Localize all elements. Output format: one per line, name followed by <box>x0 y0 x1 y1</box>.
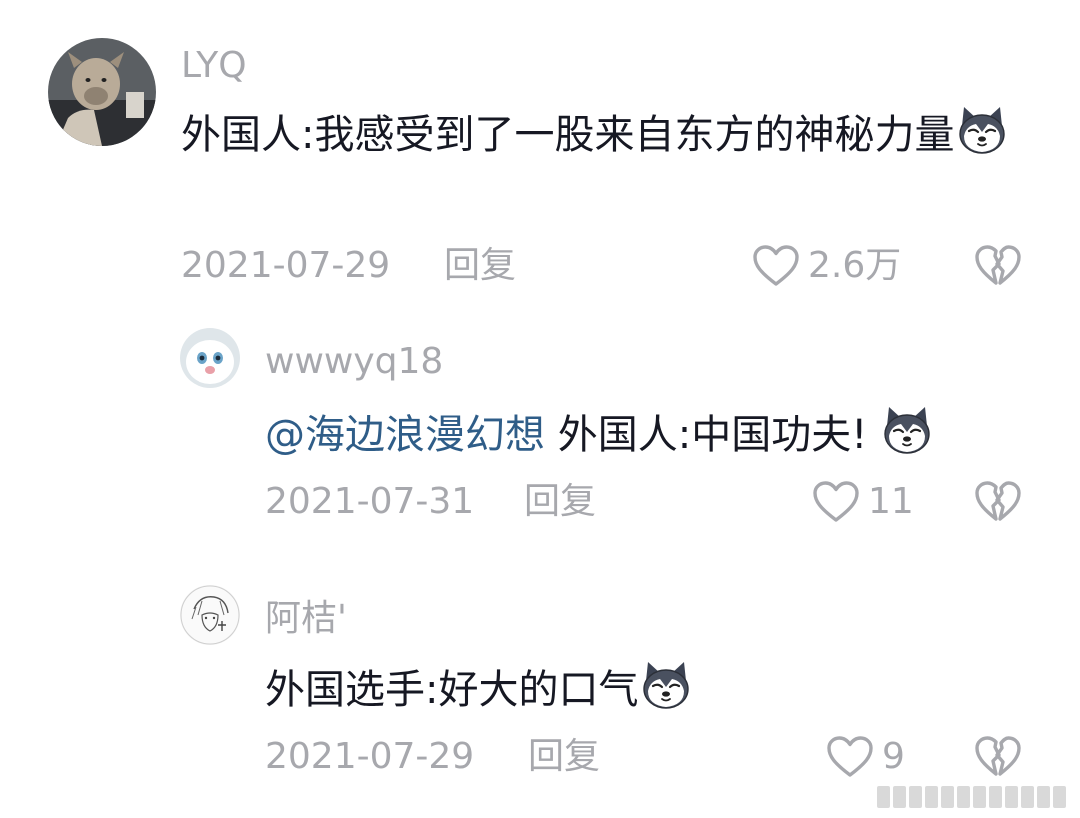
dislike-button[interactable] <box>974 480 1022 524</box>
username[interactable]: wwwyq18 <box>265 342 443 382</box>
username[interactable]: LYQ <box>181 46 247 86</box>
avatar[interactable] <box>180 328 240 388</box>
like-button[interactable]: 9 <box>826 735 905 779</box>
husky-doge-emoji <box>640 659 692 711</box>
watermark <box>877 786 1066 808</box>
heart-icon <box>826 735 874 779</box>
husky-doge-emoji <box>881 404 933 456</box>
reply-item: wwwyq18 @海边浪漫幻想 外国人:中国功夫! 2021-07-31 回复 … <box>0 300 1080 555</box>
dislike-button[interactable] <box>974 735 1022 779</box>
comment-date: 2021-07-29 <box>265 736 475 777</box>
like-count: 11 <box>868 481 914 522</box>
broken-heart-icon <box>974 735 1022 779</box>
comment-body: 外国选手:好大的口气 <box>265 667 639 713</box>
comment-item: LYQ 外国人:我感受到了一股来自东方的神秘力量 2021-07-29 回复 2… <box>0 0 1080 300</box>
like-button[interactable]: 11 <box>812 480 914 524</box>
reply-button[interactable]: 回复 <box>524 480 596 524</box>
comment-body: 外国人:我感受到了一股来自东方的神秘力量 <box>181 112 955 158</box>
avatar[interactable] <box>180 585 240 645</box>
heart-icon <box>752 244 800 288</box>
comment-date: 2021-07-31 <box>265 481 475 522</box>
like-count: 9 <box>882 736 905 777</box>
dislike-button[interactable] <box>974 244 1022 288</box>
broken-heart-icon <box>974 480 1022 524</box>
comment-text: 外国人:我感受到了一股来自东方的神秘力量 <box>181 104 1011 164</box>
reply-button[interactable]: 回复 <box>444 244 516 288</box>
avatar[interactable] <box>48 38 156 146</box>
like-button[interactable]: 2.6万 <box>752 244 901 288</box>
comment-body: 外国人:中国功夫! <box>557 412 868 458</box>
comment-text: @海边浪漫幻想 外国人:中国功夫! <box>265 404 1055 464</box>
broken-heart-icon <box>974 244 1022 288</box>
comment-text: 外国选手:好大的口气 <box>265 659 1055 719</box>
reply-item: 阿桔' 外国选手:好大的口气 2021-07-29 回复 9 <box>0 555 1080 818</box>
like-count: 2.6万 <box>808 245 902 286</box>
username[interactable]: 阿桔' <box>265 599 347 639</box>
husky-doge-emoji <box>956 104 1008 156</box>
comment-date: 2021-07-29 <box>181 245 391 286</box>
reply-button[interactable]: 回复 <box>528 735 600 779</box>
heart-icon <box>812 480 860 524</box>
mention-link[interactable]: @海边浪漫幻想 <box>265 412 545 458</box>
